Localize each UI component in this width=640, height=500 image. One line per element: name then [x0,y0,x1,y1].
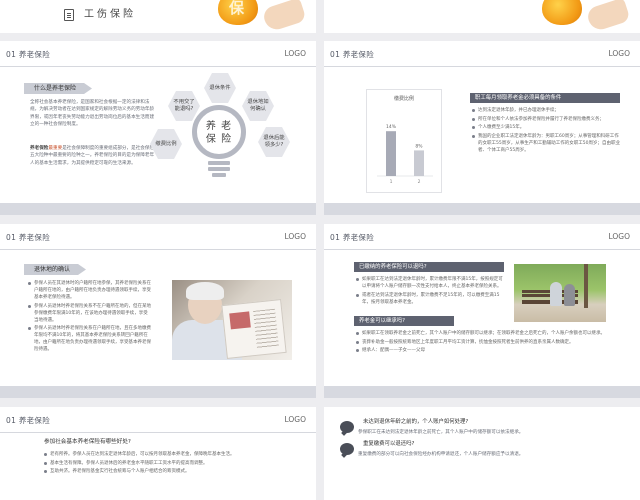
slide-footer [0,203,316,215]
banner-slide-right [324,0,640,33]
benefits-list: 老有所养。参保人员在达到法定退休年龄后，可以按月领取基本养老金，保障晚年基本生活… [44,451,294,477]
list-item: 参保人员在其退休时的户籍所在地参保，其养老保险关系在户籍所在地的，由户籍所在地负… [28,280,152,301]
speech-bubble-icon [340,443,354,455]
photo-woman [564,284,575,306]
retire-location-list: 参保人员在其退休时的户籍所在地参保，其养老保险关系在户籍所在地的，由户籍所在地负… [28,280,152,355]
bulb-base [208,167,230,171]
logo: LOGO [284,415,306,424]
list-item: 个人缴费至少满15年。 [472,124,622,131]
section-tag: 什么是养老保险 [24,83,92,94]
importance-paragraph: 养老保险最重要是社会保障制度的重要组成部分，是社会保险五大险种中最重要的险种之一… [30,145,158,167]
refund-list: 如果职工在达到法定退休年龄时，累计缴费年限不满15年，按照规定可以申请将个人账户… [356,276,506,307]
section-label: 01 养老保险 [330,233,375,242]
slide-footer [0,386,316,398]
section-label: 01 养老保险 [330,50,375,59]
bar-chart: 缴费比例 14% 1 8% 2 [366,89,442,193]
document-icon [64,9,74,21]
slide-benefits: 01 养老保险 LOGO 参加社会基本养老保险有哪些好处? 老有所养。参保人员在… [0,407,316,500]
x-tick-label: 2 [418,179,421,185]
refund-header: 已缴纳的养老保险可以退吗? [354,262,504,272]
hex-pension-amount: 退休后能领多少? [258,127,290,157]
bar-data-label: 14% [386,124,397,130]
slide-footer [324,203,640,215]
section-label: 01 养老保险 [6,416,51,425]
photo-newspaper [221,299,287,359]
importance-keyword: 养老保险 [30,146,49,151]
faq-answer-2: 重复缴费的部分可以向社会保险经办机构申请退还，个人账户储存额应予以清退。 [358,452,524,457]
bulb-base [208,161,230,165]
logo: LOGO [284,49,306,58]
list-item: 参保人员退休时养老保险关系在户籍所在地，且在多地缴费年限均不满10年的，将其基本… [28,325,152,353]
banner-title: 工伤保险 [84,9,136,20]
x-tick-label: 1 [390,179,393,185]
banner-slide-left: 工伤保险 保 [0,0,316,33]
list-item: 如果职工在达到法定退休年龄时，累计缴费年限不满15年，按照规定可以申请将个人账户… [356,276,506,290]
logo: LOGO [284,232,306,241]
hex-retire-location: 退休地如何确认 [242,91,274,121]
list-item: 老有所养。参保人员在达到法定退休年龄后，可以按月领取基本养老金，保障晚年基本生活… [44,451,294,458]
logo: LOGO [608,49,630,58]
slide-footer [324,386,640,398]
slide-faq: 未达到退休年龄之前的，个人账户如何处理? 参保职工在未达到法定退休年龄之前死亡，… [324,407,640,500]
conditions-header: 职工每月领取养老金必须具备的条件 [470,93,620,103]
bulb-label: 养 老 保 险 [205,121,233,145]
list-item: 参保人员退休时养老保险关系不在户籍所在地的，但在某地参保缴费年限满10年的，在该… [28,303,152,324]
inherit-header: 养老金可以继承吗? [354,316,454,326]
photo-tree [584,264,588,308]
slide-header: 01 养老保险 LOGO [0,224,316,250]
slide-header: 01 养老保险 LOGO [324,224,640,250]
slide-header: 01 养老保险 LOGO [324,41,640,67]
slide-retire-location: 01 养老保险 LOGO 退休地的确认 参保人员在其退休时的户籍所在地参保，其养… [0,224,316,398]
bar-data-label: 8% [415,143,423,149]
slide-header: 01 养老保险 LOGO [0,407,316,433]
faq-question-1: 未达到退休年龄之前的，个人账户如何处理? [358,417,628,427]
speech-bubble-icon [340,421,354,433]
bar-1 [386,131,396,176]
hex-can-refund: 不用交了能退吗? [168,91,200,121]
elderly-reader-photo [172,280,292,360]
fruit-character: 保 [229,0,245,17]
hex-retire-conditions: 退休条件 [204,73,236,103]
section-tag: 退休地的确认 [24,264,86,275]
list-item: 基本生活有保障。参保人员退休后的养老金水平随职工工资水平的提高而调整。 [44,460,294,467]
photo-hair [186,282,224,300]
slide-header: 01 养老保险 LOGO [0,41,316,67]
elderly-couple-photo [514,264,606,322]
benefits-title: 参加社会基本养老保险有哪些好处? [44,439,131,445]
bar-2 [414,150,424,176]
section-label: 01 养老保险 [6,50,51,59]
faq-answer-1: 参保职工在未达到法定退休年龄之前死亡，其个人账户中的储存额可以依法继承。 [358,430,524,435]
list-item: 或者在达到法定退休年龄时，累计缴费不足15年的，可以缴费至满15年，按月领取基本… [356,292,506,306]
list-item: 互助共济。养老保险基金实行社会统筹与个人账户相结合的筹资模式。 [44,468,294,475]
chart-canvas: 14% 1 8% 2 [377,124,433,185]
list-item: 达到法定退休年龄，并已办理退休手续； [472,107,622,114]
slide-refund-inherit: 01 养老保险 LOGO 已缴纳的养老保险可以退吗? 如果职工在达到法定退休年龄… [324,224,640,398]
logo: LOGO [608,232,630,241]
slide-conditions: 01 养老保险 LOGO 缴费比例 14% 1 8% 2 职工每月领取养老金必须具备的… [324,41,640,215]
lightbulb-icon: 养 老 保 险 [192,105,246,159]
photo-man [550,282,562,306]
definition-paragraph: 全称社会基本养老保险，是国家和社会根据一定的法律和法规，为解决劳动者在达到国家规… [30,100,155,128]
slide-what-is-pension: 01 养老保险 LOGO 什么是养老保险 全称社会基本养老保险，是国家和社会根据… [0,41,316,215]
list-item: 丧葬补助金一般按照统筹地区上年度职工月平均工资计算，抚恤金按照死者生前供养的直系… [356,339,618,346]
conditions-list: 达到法定退休年龄，并已办理退休手续； 所在单位和个人依法参加养老保险并履行了养老… [472,107,622,155]
faq-question-2: 重复缴费可以退还吗? [358,439,628,449]
list-item: 所在单位和个人依法参加养老保险并履行了养老保险缴费义务； [472,116,622,123]
inherit-list: 如果职工在领取养老金之前死亡，其个人账户中的储存额可以继承；在领取养老金之后死亡… [356,330,618,356]
list-item: 继承人：配偶——子女——父母 [356,347,618,354]
section-label: 01 养老保险 [6,233,51,242]
bulb-tip [212,173,226,177]
list-item: 我国的企业职工法定退休年龄为：男职工60周岁；从事管理和科研工作的女职工55周岁… [472,133,622,154]
list-item: 如果职工在领取养老金之前死亡，其个人账户中的储存额可以继承；在领取养老金之后死亡… [356,330,618,337]
highlight-text: 最重要 [48,146,63,151]
